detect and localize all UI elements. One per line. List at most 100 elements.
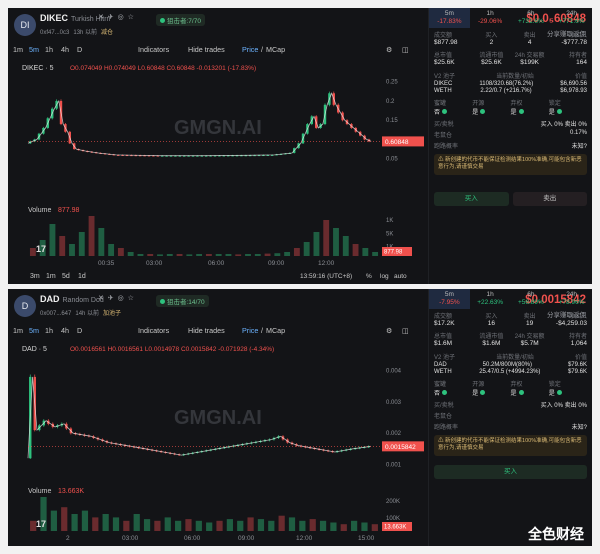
indicators-button[interactable]: Indicators	[138, 45, 169, 54]
tab-6h[interactable]: 6h +731.6%	[511, 8, 552, 28]
interval-D[interactable]: D	[77, 45, 82, 54]
volume-bar	[257, 519, 265, 531]
stat-cell: 流通市值 $1.6M	[472, 331, 510, 347]
volume-bar	[319, 520, 327, 531]
tradingview-logo: 17	[36, 244, 46, 254]
token-age: 14h 以前	[75, 311, 100, 317]
interval-1m[interactable]: 1m	[13, 45, 23, 54]
toggle-separator: /	[261, 45, 263, 54]
volume-bar	[278, 515, 285, 531]
volume-tick-label: 1K	[386, 218, 393, 224]
token-stats-sidebar: 5m -17.83% 1h -29.06% 6h +731.6% 24h +771.6% 成交额…	[428, 8, 592, 284]
gear-icon[interactable]: ⚙	[386, 326, 392, 335]
price-chart[interactable]: DIKEC · 5 O0.074049 H0.074049 L0.60848 C0…	[8, 60, 428, 282]
token-tag: 减仓	[101, 30, 114, 36]
volume-tick-label: 200K	[386, 499, 400, 505]
volume-bar	[235, 254, 242, 256]
interval-4h[interactable]: 4h	[61, 45, 69, 54]
buy-button[interactable]: 买入	[434, 191, 509, 206]
camera-icon[interactable]: ◫	[402, 326, 409, 335]
interval-1m[interactable]: 1m	[13, 326, 23, 335]
volume-bar	[313, 232, 320, 256]
scale-button[interactable]: %	[366, 273, 372, 280]
interval-D[interactable]: D	[77, 326, 82, 335]
tab-5m[interactable]: 5m -7.95%	[429, 289, 470, 309]
flag-label: 弃权	[510, 382, 523, 388]
security-flags: 蜜罐否开源是弃权是锁定是	[429, 96, 592, 118]
buy-button[interactable]: 买入	[434, 464, 587, 479]
tab-24h[interactable]: 24h +771.6%	[551, 8, 592, 28]
volume-bar	[205, 254, 212, 256]
tab-5m[interactable]: 5m -17.83%	[429, 8, 470, 28]
token-symbol-text: DIKEC	[40, 13, 69, 23]
sell-button[interactable]: 卖出	[512, 191, 587, 206]
holder-row: 老鼠仓	[429, 410, 592, 421]
liquidity-pool: V2 池子 当前数量/初始 价值 DAD 50.2M/800M(80%) $79.6K WE…	[429, 349, 592, 377]
chart-toolbar: 1m 5m 1h 4h D Indicators Hide trades Price / MCap…	[8, 323, 428, 339]
y-tick-label: 0.25	[386, 80, 398, 86]
interval-4h[interactable]: 4h	[61, 326, 69, 335]
flag-cell: 弃权是	[511, 379, 549, 397]
stat-label: 持有者	[568, 53, 587, 59]
interval-1h[interactable]: 1h	[45, 326, 53, 335]
interval-5m[interactable]: 5m	[29, 326, 39, 335]
risk-value: 未知?	[571, 144, 587, 150]
pool-token: WETH	[434, 369, 452, 375]
range-button[interactable]: 1m	[46, 273, 56, 280]
holder-label: 老鼠仓	[434, 414, 453, 420]
volume-bar	[123, 520, 130, 531]
indicators-button[interactable]: Indicators	[138, 326, 169, 335]
token-address[interactable]: 0x007...647	[40, 311, 71, 317]
volume-bar	[143, 519, 151, 531]
volume-bar	[108, 244, 115, 256]
volume-bar	[333, 228, 339, 256]
token-avatar: DI	[14, 14, 36, 36]
stat-value: $877.98	[434, 39, 458, 46]
stat-cell: 24h 交易额 $199K	[511, 50, 549, 66]
hide-trades-button[interactable]: Hide trades	[188, 45, 225, 54]
y-tick-label: 0.05	[386, 157, 398, 163]
pool-row: WETH 2.22/0.7 (+216.7%) $6,978.93	[434, 88, 587, 94]
risk-label: 跑路概率	[434, 144, 459, 150]
tab-6h[interactable]: 6h +56.89%	[511, 289, 552, 309]
price-toggle[interactable]: Price	[242, 326, 258, 335]
tab-1h[interactable]: 1h +22.63%	[470, 289, 511, 309]
pool-value: $79.6K	[567, 362, 587, 368]
mcap-toggle[interactable]: MCap	[266, 45, 285, 54]
volume-bar	[186, 254, 193, 256]
y-tick-label: 0.15	[386, 118, 398, 124]
stat-cell: 总市值 $1.6M	[434, 331, 472, 347]
gear-icon[interactable]: ⚙	[386, 45, 392, 54]
scale-button[interactable]: log	[380, 273, 389, 280]
range-button[interactable]: 1d	[78, 273, 86, 280]
flag-value: 是	[548, 110, 555, 116]
y-tick-label: 0.001	[386, 462, 402, 468]
tab-24h[interactable]: 24h +78.96%	[551, 289, 592, 309]
price-toggle[interactable]: Price	[242, 45, 258, 54]
range-button[interactable]: 3m	[30, 273, 40, 280]
x-tick-label: 06:00	[208, 260, 225, 267]
tab-label: 1h	[486, 10, 494, 17]
flag-cell: 开源是	[472, 98, 510, 116]
social-icons[interactable]: ✕ ✈ ◎ ☆	[98, 13, 135, 21]
stat-cell: 买入 2	[472, 30, 510, 46]
tab-change: -29.06%	[478, 18, 503, 25]
camera-icon[interactable]: ◫	[402, 45, 409, 54]
tab-1h[interactable]: 1h -29.06%	[470, 8, 511, 28]
social-icons[interactable]: ✕ ✈ ◎ ☆	[98, 294, 135, 302]
scale-button[interactable]: auto	[394, 273, 407, 280]
token-sub: 0x007...647 14h 以前 加池子	[40, 308, 125, 317]
interval-5m[interactable]: 5m	[29, 45, 39, 54]
pool-token: DAD	[434, 362, 447, 368]
pool-header: V2 池子 当前数量/初始 价值	[434, 352, 587, 361]
mcap-toggle[interactable]: MCap	[266, 326, 285, 335]
hide-trades-button[interactable]: Hide trades	[188, 326, 225, 335]
volume-bar	[185, 519, 192, 531]
stat-value: 16	[487, 320, 495, 327]
token-address[interactable]: 0xf47...0c3	[40, 30, 69, 36]
price-chart[interactable]: DAD · 5 O0.0016561 H0.0016561 L0.0014978 …	[8, 341, 428, 546]
stat-cell: 24h 交易额 $5.7M	[511, 331, 549, 347]
range-button[interactable]: 5d	[62, 273, 70, 280]
volume-bar	[330, 522, 337, 531]
interval-1h[interactable]: 1h	[45, 45, 53, 54]
